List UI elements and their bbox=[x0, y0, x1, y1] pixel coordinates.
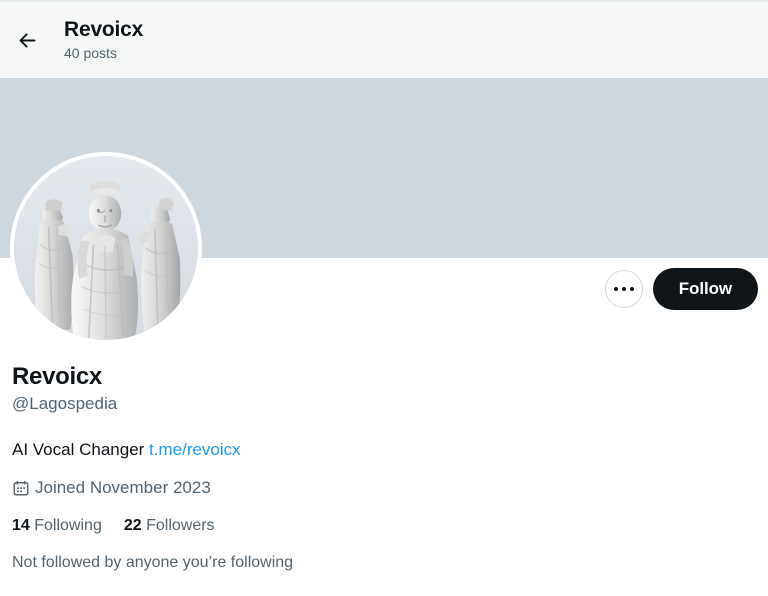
follow-button[interactable]: Follow bbox=[652, 268, 758, 310]
following-label: Following bbox=[34, 517, 102, 534]
avatar-image bbox=[14, 156, 198, 340]
followers-count: 22 bbox=[123, 517, 142, 534]
user-handle: @Lagospedia bbox=[12, 394, 118, 413]
profile-actions: Follow bbox=[604, 268, 758, 310]
followers-label: Followers bbox=[146, 517, 215, 534]
profile-bio: AI Vocal Changer t.me/revoicx bbox=[12, 439, 756, 461]
avatar[interactable] bbox=[10, 152, 202, 344]
following-count: 14 bbox=[12, 517, 30, 534]
joined-date-text: Joined November 2023 bbox=[35, 478, 211, 497]
joined-date-row: Joined November 2023 bbox=[12, 477, 756, 499]
header-text-group: Revoicx 40 posts bbox=[64, 17, 143, 63]
bio-text: AI Vocal Changer bbox=[12, 440, 150, 459]
posts-count: 40 posts bbox=[64, 45, 117, 61]
ellipsis-icon bbox=[613, 286, 635, 292]
more-options-button[interactable] bbox=[604, 270, 643, 308]
page-title: Revoicx bbox=[64, 18, 144, 41]
display-name: Revoicx bbox=[12, 363, 102, 390]
profile-info: Revoicx @Lagospedia AI Vocal Changer t.m… bbox=[12, 362, 756, 573]
arrow-left-icon bbox=[17, 30, 38, 51]
followers-stat[interactable]: 22 Followers bbox=[124, 515, 215, 536]
following-stat[interactable]: 14 Following bbox=[12, 515, 102, 536]
back-button[interactable] bbox=[8, 21, 46, 59]
bio-link[interactable]: t.me/revoicx bbox=[149, 440, 241, 459]
calendar-icon bbox=[12, 479, 30, 497]
followed-by-text: Not followed by anyone you’re following bbox=[12, 554, 294, 571]
profile-header-bar: Revoicx 40 posts bbox=[0, 0, 768, 78]
profile-stats: 14 Following 22 Followers bbox=[12, 515, 756, 536]
